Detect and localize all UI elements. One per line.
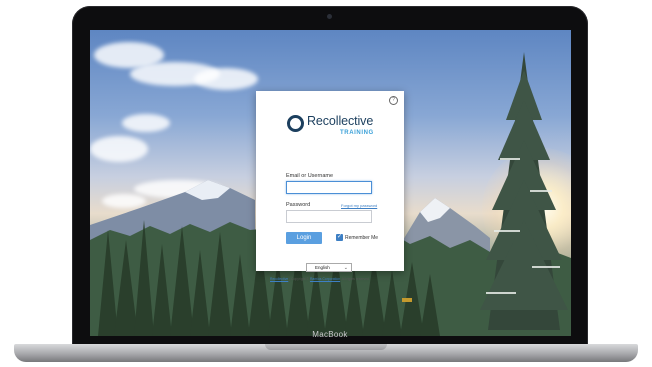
chevron-down-icon: ⌄ bbox=[343, 265, 348, 271]
screen: ? Recollective TRAINING Email or Usernam… bbox=[90, 30, 571, 336]
device-brand-label: MacBook bbox=[312, 330, 348, 339]
logo-ring-icon bbox=[287, 115, 304, 132]
email-label: Email or Username bbox=[286, 173, 334, 179]
recollective-logo: Recollective TRAINING bbox=[287, 113, 382, 139]
language-selected: English bbox=[315, 265, 330, 270]
language-select[interactable]: English ⌄ bbox=[306, 263, 352, 272]
footer: Recollective | Copyright © Ramius Corpor… bbox=[270, 277, 394, 281]
recollective-link[interactable]: Recollective bbox=[270, 277, 288, 281]
question-circle-icon[interactable]: ? bbox=[389, 96, 398, 105]
logo-text: Recollective bbox=[307, 114, 374, 128]
login-card: ? Recollective TRAINING Email or Usernam… bbox=[256, 91, 404, 281]
camera-icon bbox=[327, 14, 332, 19]
login-button[interactable]: Login bbox=[286, 232, 322, 244]
laptop-bezel: ? Recollective TRAINING Email or Usernam… bbox=[72, 6, 588, 348]
remember-me-checkbox[interactable]: ✓ bbox=[336, 234, 343, 241]
password-label: Password bbox=[286, 202, 311, 208]
copyright-text: | Copyright © bbox=[288, 277, 310, 281]
laptop-notch bbox=[265, 344, 387, 350]
ramius-link[interactable]: Ramius Corporation bbox=[310, 277, 340, 281]
email-field[interactable] bbox=[286, 181, 372, 194]
rights-text: . All rights reserved. bbox=[340, 277, 370, 281]
remember-me-label: Remember Me bbox=[345, 235, 379, 241]
password-field[interactable] bbox=[286, 210, 372, 223]
logo-subtext: TRAINING bbox=[340, 130, 374, 136]
forgot-password-link[interactable]: Forgot my password bbox=[341, 203, 377, 208]
